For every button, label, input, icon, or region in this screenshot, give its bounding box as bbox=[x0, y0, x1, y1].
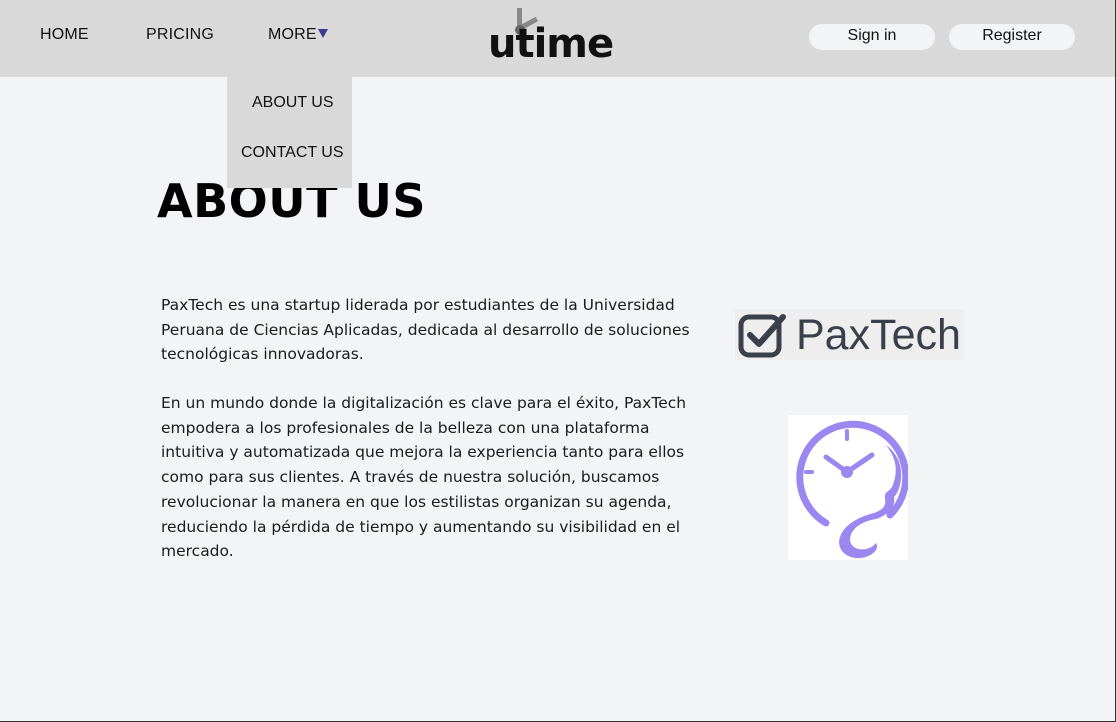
about-paragraph-2: En un mundo donde la digitalización es c… bbox=[161, 394, 687, 561]
nav-pricing-link[interactable]: PRICING bbox=[146, 26, 214, 44]
brand-logo-text: utime bbox=[488, 21, 614, 67]
sign-in-button[interactable]: Sign in bbox=[809, 24, 935, 50]
more-dropdown-menu: ABOUT US CONTACT US bbox=[227, 77, 352, 188]
dropdown-item-contact-us[interactable]: CONTACT US bbox=[241, 144, 344, 162]
caret-down-icon[interactable] bbox=[318, 29, 328, 38]
checkbox-icon bbox=[738, 314, 786, 358]
clock-face-icon bbox=[796, 420, 910, 559]
time-beauty-logo bbox=[788, 415, 910, 560]
paxtech-logo: PaxTech bbox=[735, 309, 964, 360]
register-button[interactable]: Register bbox=[949, 24, 1075, 50]
top-navigation-bar: HOME PRICING MORE utime Sign in Register bbox=[0, 0, 1115, 77]
paxtech-wordmark: PaxTech bbox=[796, 311, 961, 359]
nav-more-link[interactable]: MORE bbox=[268, 26, 317, 44]
dropdown-item-about-us[interactable]: ABOUT US bbox=[252, 94, 334, 112]
brand-logo[interactable]: utime bbox=[488, 8, 628, 68]
nav-home-link[interactable]: HOME bbox=[40, 26, 89, 44]
about-paragraph-1: PaxTech es una startup liderada por estu… bbox=[161, 296, 690, 364]
